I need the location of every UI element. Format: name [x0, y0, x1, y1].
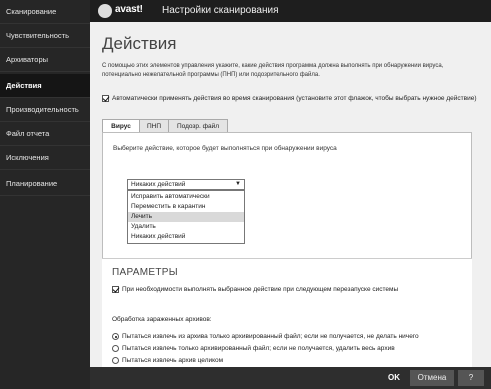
archive-radio-2[interactable] [112, 345, 119, 352]
option-move-to-quarantine[interactable]: Переместить в карантин [128, 202, 244, 212]
restart-checkbox[interactable] [112, 286, 119, 293]
parameters-section: ПАРАМЕТРЫ При необходимости выполнять вы… [102, 258, 472, 367]
option-delete[interactable]: Удалить [128, 222, 244, 232]
cancel-button[interactable]: Отмена [410, 370, 454, 386]
chevron-down-icon[interactable]: ▼ [235, 180, 241, 189]
ok-button[interactable]: OK [382, 370, 406, 386]
app-logo-text: avast! [115, 4, 143, 15]
option-no-action[interactable]: Никаких действий [128, 232, 244, 242]
action-dropdown-list: Исправить автоматически Переместить в ка… [127, 190, 245, 244]
archive-option-1-label: Пытаться извлечь из архива только архиви… [122, 333, 419, 341]
infected-archives-label: Обработка зараженных архивов: [112, 316, 212, 323]
sidebar-item-actions[interactable]: Действия [0, 74, 90, 98]
sidebar-item-scheduling[interactable]: Планирование [0, 172, 90, 196]
action-select-value: Никаких действий [131, 181, 186, 188]
window-title: Настройки сканирования [162, 5, 279, 16]
title-bar: avast! Настройки сканирования [90, 0, 491, 22]
archive-option-3-label: Пытаться извлечь архив целиком [122, 357, 224, 365]
archive-option-2[interactable]: Пытаться извлечь только архивированный ф… [112, 345, 462, 352]
page-title: Действия [102, 34, 177, 53]
sidebar-item-sensitivity[interactable]: Чувствительность [0, 24, 90, 48]
auto-apply-checkbox[interactable] [102, 94, 109, 102]
archive-radio-1[interactable] [112, 333, 119, 340]
archive-option-3[interactable]: Пытаться извлечь архив целиком [112, 357, 462, 364]
auto-apply-option[interactable]: Автоматически применять действия во врем… [102, 94, 482, 103]
help-button[interactable]: ? [458, 370, 484, 386]
sidebar-item-report-file[interactable]: Файл отчета [0, 122, 90, 146]
archive-option-2-label: Пытаться извлечь только архивированный ф… [122, 345, 395, 353]
restart-label: При необходимости выполнять выбранное де… [122, 286, 399, 294]
auto-apply-label: Автоматически применять действия во врем… [112, 95, 477, 102]
sidebar-item-archivers[interactable]: Архиваторы [0, 48, 90, 72]
sidebar: Сканирование Чувствительность Архиваторы… [0, 0, 90, 389]
sidebar-item-scanning[interactable]: Сканирование [0, 0, 90, 24]
option-repair[interactable]: Лечить [128, 212, 244, 222]
action-instruction: Выберите действие, которое будет выполня… [113, 145, 337, 152]
parameters-heading: ПАРАМЕТРЫ [112, 267, 178, 278]
archive-radio-3[interactable] [112, 357, 119, 364]
page-description: С помощью этих элементов управления укаж… [102, 63, 444, 78]
restart-option[interactable]: При необходимости выполнять выбранное де… [112, 286, 462, 293]
archive-option-1[interactable]: Пытаться извлечь из архива только архиви… [112, 333, 462, 340]
tab-pup[interactable]: ПНП [139, 119, 169, 133]
footer-bar: OK Отмена ? [90, 367, 491, 389]
virus-action-panel: Выберите действие, которое будет выполня… [102, 132, 472, 264]
sidebar-item-exclusions[interactable]: Исключения [0, 146, 90, 170]
option-fix-automatically[interactable]: Исправить автоматически [128, 192, 244, 202]
action-select[interactable]: Никаких действий ▼ [127, 179, 245, 190]
tab-suspicious-file[interactable]: Подозр. файл [168, 119, 228, 133]
avast-logo-icon [98, 4, 112, 18]
sidebar-item-performance[interactable]: Производительность [0, 98, 90, 122]
main-content: Действия С помощью этих элементов управл… [90, 22, 491, 367]
